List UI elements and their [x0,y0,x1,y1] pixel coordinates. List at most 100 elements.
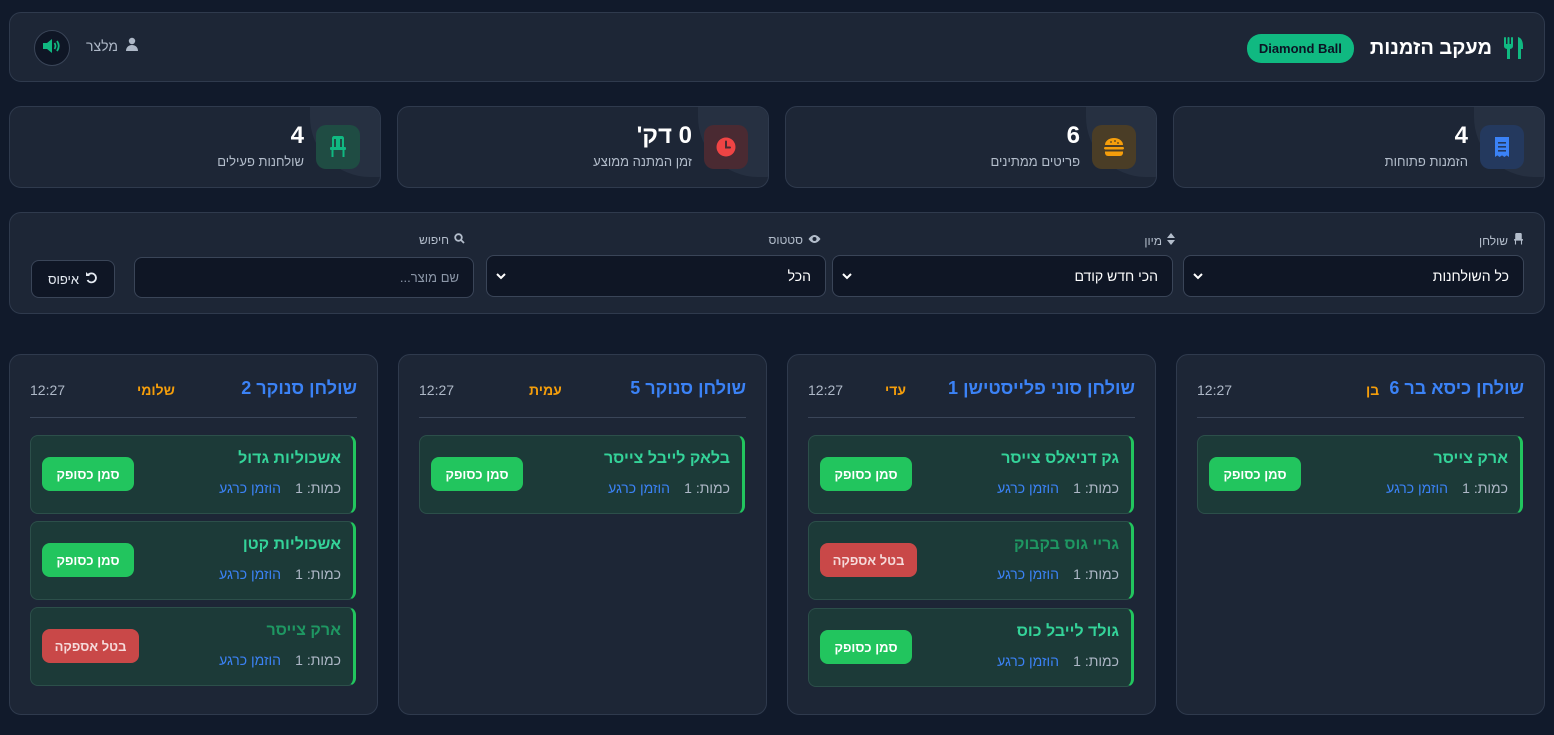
cancel-supply-button[interactable]: בטל אספקה [42,629,139,663]
mark-supplied-button[interactable]: סמן כסופק [820,630,912,664]
waiter-name: בן [1366,382,1380,398]
order-time: 12:27 [808,382,844,398]
item-quantity: כמות: 1 [1462,480,1508,496]
search-input[interactable] [134,257,474,298]
status-select[interactable]: הכל [486,255,826,297]
chair-icon [1513,232,1524,248]
stat-value: 0 דק' [636,122,692,149]
cancel-supply-button[interactable]: בטל אספקה [820,543,917,577]
ordered-time-link[interactable]: הוזמן כרגע [997,566,1059,582]
order-item: גולד לייבל כוס כמות: 1 הוזמן כרגע סמן כס… [808,608,1134,687]
waiter-name: עדי [885,382,907,398]
waiter-name: עמית [529,382,562,398]
sound-toggle-button[interactable] [34,30,70,66]
ordered-time-link[interactable]: הוזמן כרגע [997,480,1059,496]
chevron-down-icon [495,269,507,285]
item-quantity: כמות: 1 [1073,480,1119,496]
mark-supplied-button[interactable]: סמן כסופק [1209,457,1301,491]
user-role: מלצר [86,37,119,54]
mark-supplied-button[interactable]: סמן כסופק [42,543,134,577]
table-name: שולחן סנוקר 2 [241,378,357,398]
table-card: שולחן סנוקר 5 עמית 12:27 בלאק לייבל צייס… [398,354,767,715]
stat-label: פריטים ממתינים [990,154,1081,169]
stat-label: שולחנות פעילים [217,154,304,169]
stat-label: זמן המתנה ממוצע [593,154,692,169]
page-title: מעקב הזמנות [1369,36,1492,59]
stat-value: 6 [1066,122,1080,149]
ordered-time-link[interactable]: הוזמן כרגע [219,480,281,496]
receipt-icon [1480,125,1524,169]
order-time: 12:27 [30,382,66,398]
item-name: ארק צייסר [266,622,341,639]
item-quantity: כמות: 1 [1073,653,1119,669]
burger-icon [1092,125,1136,169]
order-item: אשכוליות גדול כמות: 1 הוזמן כרגע סמן כסו… [30,435,356,514]
stat-active-tables: 4 שולחנות פעילים [9,106,381,188]
table-name: שולחן כיסא בר 6 [1389,378,1524,398]
item-quantity: כמות: 1 [1073,566,1119,582]
undo-icon [85,271,98,287]
sort-select[interactable]: הכי חדש קודם [832,255,1173,297]
item-quantity: כמות: 1 [295,480,341,496]
stat-avg-wait: 0 דק' זמן המתנה ממוצע [397,106,769,188]
waiter-name: שלומי [137,382,175,398]
item-quantity: כמות: 1 [295,652,341,668]
stat-value: 4 [290,122,304,149]
item-name: אשכוליות קטן [242,536,341,553]
mark-supplied-button[interactable]: סמן כסופק [42,457,134,491]
ordered-time-link[interactable]: הוזמן כרגע [219,566,281,582]
status-label: סטטוס [768,233,821,247]
ordered-time-link[interactable]: הוזמן כרגע [1386,480,1448,496]
chair-icon [316,125,360,169]
order-item: גריי גוס בקבוק כמות: 1 הוזמן כרגע בטל אס… [808,521,1134,600]
ordered-time-link[interactable]: הוזמן כרגע [997,653,1059,669]
mark-supplied-button[interactable]: סמן כסופק [820,457,912,491]
sort-label: מיון [1144,233,1175,248]
clock-icon [704,125,748,169]
item-quantity: כמות: 1 [295,566,341,582]
order-time: 12:27 [1197,382,1233,398]
app-header: מעקב הזמנות Diamond Ball מלצר [9,12,1545,82]
mark-supplied-button[interactable]: סמן כסופק [431,457,523,491]
item-name: גק דניאלס צייסר [1001,450,1119,467]
eye-icon [808,233,821,247]
order-time: 12:27 [419,382,455,398]
filters-panel: שולחן כל השולחנות מיון הכי חדש קודם סטטו… [9,212,1545,314]
item-quantity: כמות: 1 [684,480,730,496]
table-filter-label: שולחן [1479,232,1524,248]
table-name: שולחן סוני פלייסטישן 1 [948,378,1135,398]
table-name: שולחן סנוקר 5 [630,378,746,398]
user-icon [125,37,139,54]
order-item: ארק צייסר כמות: 1 הוזמן כרגע סמן כסופק [1197,435,1523,514]
reset-button[interactable]: איפוס [31,260,115,298]
sort-icon [1167,233,1175,248]
table-card: שולחן כיסא בר 6 בן 12:27 ארק צייסר כמות:… [1176,354,1545,715]
user-info: מלצר [86,37,139,54]
stat-label: הזמנות פתוחות [1384,154,1468,169]
order-item: בלאק לייבל צייסר כמות: 1 הוזמן כרגע סמן … [419,435,745,514]
stat-pending-items: 6 פריטים ממתינים [785,106,1157,188]
item-name: גריי גוס בקבוק [1013,536,1119,553]
volume-icon [42,38,62,59]
ordered-time-link[interactable]: הוזמן כרגע [608,480,670,496]
utensils-icon [1502,35,1524,61]
table-card: שולחן סנוקר 2 שלומי 12:27 אשכוליות גדול … [9,354,378,715]
item-name: בלאק לייבל צייסר [603,450,730,467]
chevron-down-icon [1192,269,1204,285]
stat-value: 4 [1454,122,1468,149]
order-item: גק דניאלס צייסר כמות: 1 הוזמן כרגע סמן כ… [808,435,1134,514]
brand: מעקב הזמנות Diamond Ball [1246,33,1524,63]
table-filter-select[interactable]: כל השולחנות [1183,255,1524,297]
order-item: ארק צייסר כמות: 1 הוזמן כרגע בטל אספקה [30,607,356,686]
order-item: אשכוליות קטן כמות: 1 הוזמן כרגע סמן כסופ… [30,521,356,600]
item-name: ארק צייסר [1433,450,1508,467]
chevron-down-icon [841,269,853,285]
search-label: חיפוש [419,233,465,247]
venue-badge: Diamond Ball [1246,33,1354,63]
ordered-time-link[interactable]: הוזמן כרגע [219,652,281,668]
table-card: שולחן סוני פלייסטישן 1 עדי 12:27 גק דניא… [787,354,1156,715]
item-name: אשכוליות גדול [238,450,341,467]
search-icon [454,233,465,247]
item-name: גולד לייבל כוס [1016,623,1119,640]
stat-open-orders: 4 הזמנות פתוחות [1173,106,1545,188]
